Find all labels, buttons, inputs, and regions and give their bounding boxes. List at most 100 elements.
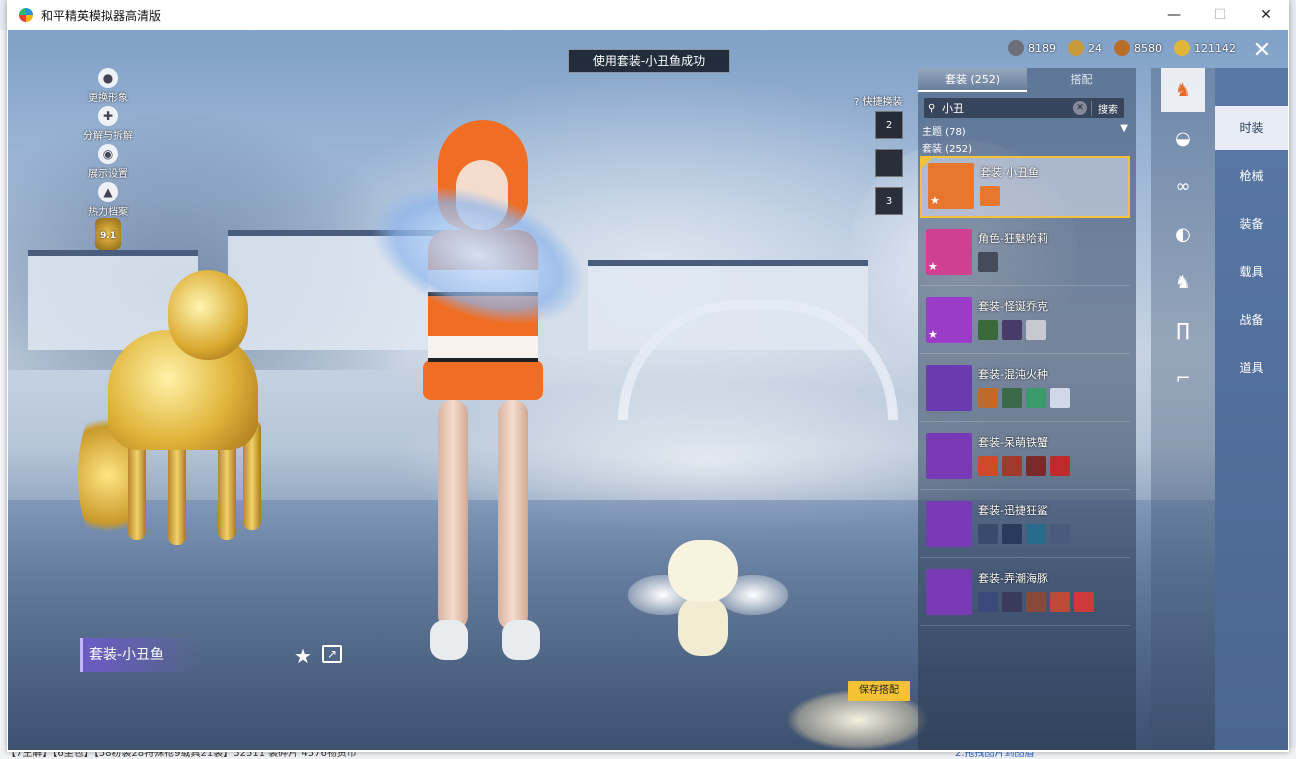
outfit-thumbnail <box>926 433 972 479</box>
game-viewport[interactable]: ● 更换形象 ✚ 分解与拆解 ◉ 展示设置 ▲ 热力档案 9.1 使用套装-小丑… <box>8 30 1288 750</box>
quick-swap-hint[interactable]: ? 快捷换装 <box>854 93 903 108</box>
theme-filter-dropdown[interactable]: 主题 (78) ▼ <box>922 123 1128 138</box>
list-item[interactable]: ★ 套装-小丑鱼 <box>920 156 1130 218</box>
display-settings-label: 展示设置 <box>88 169 128 180</box>
top-icon[interactable]: ♞ <box>1161 260 1205 304</box>
section-label: 套装 (252) <box>922 144 973 155</box>
level-badge-button[interactable]: 9.1 <box>68 218 148 250</box>
display-settings-button[interactable]: ◉ 展示设置 <box>68 144 148 180</box>
part-icon[interactable] <box>978 388 998 408</box>
cap-icon[interactable]: ◒ <box>1161 116 1205 160</box>
outfit-name: 角色-狂魅哈莉 <box>978 232 1048 245</box>
quick-swap-label: 快捷换装 <box>862 97 903 108</box>
preset-slot-badge[interactable] <box>875 149 903 177</box>
character-leg <box>498 400 528 630</box>
window-title: 和平精英模拟器高清版 <box>41 8 162 23</box>
outfit-name: 套装-弄潮海豚 <box>978 572 1048 585</box>
gold-coin-icon <box>1174 40 1190 56</box>
outfit-name: 套装-呆萌铁蟹 <box>978 436 1048 449</box>
share-icon[interactable]: ↗ <box>322 645 342 663</box>
menu-vehicles[interactable]: 载具 <box>1215 250 1288 294</box>
part-icon[interactable] <box>1002 320 1022 340</box>
part-icon[interactable] <box>978 592 998 612</box>
search-icon: ⚲ <box>928 102 936 114</box>
part-icon[interactable] <box>1002 524 1022 544</box>
part-icon[interactable] <box>980 186 1000 206</box>
currency-item: 24 <box>1068 40 1102 56</box>
part-icon[interactable] <box>1002 388 1022 408</box>
menu-guns[interactable]: 枪械 <box>1215 154 1288 198</box>
heat-archive-button[interactable]: ▲ 热力档案 <box>68 182 148 218</box>
title-bar: 和平精英模拟器高清版 — ☐ ✕ <box>7 0 1289 30</box>
part-icon[interactable] <box>1002 456 1022 476</box>
part-icon[interactable] <box>1050 456 1070 476</box>
favorite-star-icon[interactable]: ★ <box>294 644 312 668</box>
list-item[interactable]: 套装-呆萌铁蟹 <box>920 428 1130 490</box>
close-icon[interactable]: ✕ <box>1248 38 1276 66</box>
list-item[interactable]: 套装-弄潮海豚 <box>920 564 1130 626</box>
change-appearance-button[interactable]: ● 更换形象 <box>68 68 148 104</box>
current-outfit-name: 套装-小丑鱼 <box>80 638 200 672</box>
menu-fashion[interactable]: 时装 <box>1215 106 1288 150</box>
outfit-thumbnail: ★ <box>926 229 972 275</box>
save-outfit-button[interactable]: 保存搭配 <box>848 681 910 701</box>
list-item[interactable]: ★ 套装-怪诞乔克 <box>920 292 1130 354</box>
menu-props[interactable]: 道具 <box>1215 346 1288 390</box>
part-icon[interactable] <box>1026 524 1046 544</box>
mask-icon[interactable]: ◐ <box>1161 212 1205 256</box>
currency-bar: 8189 24 8580 121142 <box>1008 40 1242 56</box>
close-window-button[interactable]: ✕ <box>1243 0 1289 30</box>
preset-slot-3[interactable]: 3 <box>875 187 903 215</box>
puzzle-icon: ✚ <box>98 106 118 126</box>
heat-archive-label: 热力档案 <box>88 207 128 218</box>
list-item[interactable]: ★ 角色-狂魅哈莉 <box>920 224 1130 286</box>
clear-icon[interactable]: ✕ <box>1073 101 1087 115</box>
success-toast: 使用套装-小丑鱼成功 <box>568 49 730 73</box>
maximize-button[interactable]: ☐ <box>1197 0 1243 30</box>
part-icon[interactable] <box>1002 592 1022 612</box>
outfit-name: 套装-怪诞乔克 <box>978 300 1048 313</box>
outfit-icon[interactable]: ♞ <box>1161 68 1205 112</box>
character-shoe <box>430 620 468 660</box>
part-icon[interactable] <box>978 456 998 476</box>
part-icon[interactable] <box>1026 456 1046 476</box>
outfit-parts <box>978 524 1070 544</box>
part-icon[interactable] <box>1050 524 1070 544</box>
outfit-parts <box>980 186 1000 206</box>
character-leg <box>438 400 468 630</box>
preset-slot-2[interactable]: 2 <box>875 111 903 139</box>
outfit-parts <box>978 252 998 272</box>
star-icon: ★ <box>928 328 938 341</box>
glasses-icon[interactable]: ∞ <box>1161 164 1205 208</box>
character-shoe <box>502 620 540 660</box>
search-input[interactable] <box>942 101 1073 115</box>
part-icon[interactable] <box>978 252 998 272</box>
part-icon[interactable] <box>1050 592 1070 612</box>
part-icon[interactable] <box>1074 592 1094 612</box>
pants-icon[interactable]: ∏ <box>1161 308 1205 352</box>
outfit-parts <box>978 320 1046 340</box>
part-icon[interactable] <box>978 524 998 544</box>
tab-mix[interactable]: 搭配 <box>1027 68 1136 92</box>
shoes-icon[interactable]: ⌐ <box>1161 356 1205 400</box>
search-button[interactable]: 搜索 <box>1091 100 1124 116</box>
outfit-thumbnail <box>926 365 972 411</box>
category-icon-bar: ♞ ◒ ∞ ◐ ♞ ∏ ⌐ <box>1151 68 1215 750</box>
part-icon[interactable] <box>1026 592 1046 612</box>
tab-outfits[interactable]: 套装 (252) <box>918 68 1027 92</box>
menu-equipment[interactable]: 装备 <box>1215 202 1288 246</box>
decompose-button[interactable]: ✚ 分解与拆解 <box>68 106 148 142</box>
part-icon[interactable] <box>1026 388 1046 408</box>
list-item[interactable]: 套装-混沌火种 <box>920 360 1130 422</box>
part-icon[interactable] <box>978 320 998 340</box>
menu-battle-gear[interactable]: 战备 <box>1215 298 1288 342</box>
part-icon[interactable] <box>1026 320 1046 340</box>
eye-icon: ◉ <box>98 144 118 164</box>
list-item[interactable]: 套装-迅捷狂鲨 <box>920 496 1130 558</box>
currency-item: 8580 <box>1114 40 1162 56</box>
level-badge-icon: 9.1 <box>95 218 121 250</box>
part-icon[interactable] <box>1050 388 1070 408</box>
golden-qilin-pet <box>78 260 268 560</box>
outfit-thumbnail <box>926 569 972 615</box>
minimize-button[interactable]: — <box>1151 0 1197 30</box>
